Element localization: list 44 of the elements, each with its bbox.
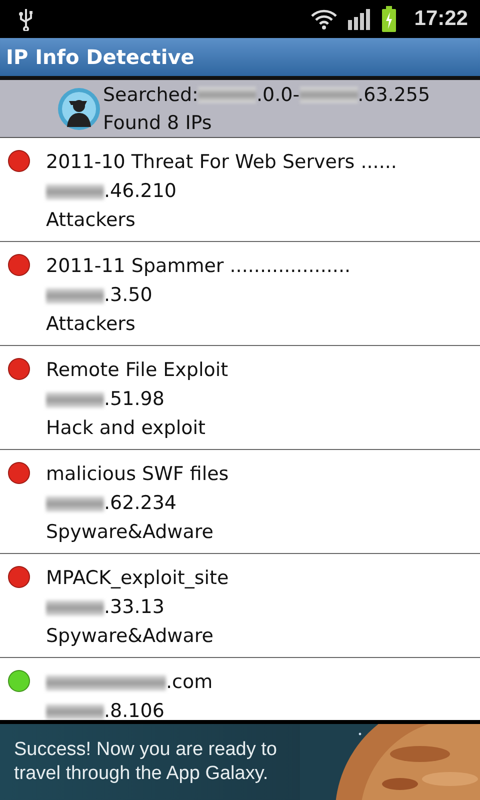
result-name: malicious SWF files — [46, 462, 229, 487]
result-category: Hack and exploit — [46, 416, 206, 441]
result-ip: .46.210 — [104, 179, 177, 204]
redaction-mark — [300, 86, 358, 102]
usb-icon — [18, 7, 34, 31]
result-ip: .8.106 — [104, 699, 164, 720]
wifi-icon — [310, 8, 338, 30]
range-end: .63.255 — [358, 82, 430, 108]
redaction-mark — [46, 600, 104, 616]
result-name: .com — [166, 670, 213, 695]
result-ip: .51.98 — [104, 387, 164, 412]
clock: 17:22 — [414, 7, 468, 31]
redaction-mark — [46, 496, 104, 512]
result-row[interactable]: .com .8.106 — [0, 658, 480, 720]
detective-avatar-icon — [57, 86, 101, 130]
app-title: IP Info Detective — [6, 45, 194, 69]
result-row[interactable]: 2011-10 Threat For Web Servers ...... .46.210 Attackers — [0, 138, 480, 242]
result-name: 2011-11 Spammer .................... — [46, 254, 351, 279]
result-category: Attackers — [46, 208, 136, 233]
ad-banner[interactable]: Success! Now you are ready to travel through the App Galaxy. — [0, 720, 480, 800]
result-ip: .62.234 — [104, 491, 177, 516]
result-category: Attackers — [46, 312, 136, 337]
result-row[interactable]: MPACK_exploit_site .33.13 Spyware&Adware — [0, 554, 480, 658]
found-count: Found 8 IPs — [103, 110, 212, 136]
range-start: .0.0- — [256, 82, 300, 108]
ad-text: Success! Now you are ready to travel through the App Galaxy. — [13, 738, 278, 786]
result-name: MPACK_exploit_site — [46, 566, 229, 591]
result-row[interactable]: 2011-11 Spammer .................... .3.50 Attackers — [0, 242, 480, 346]
result-row[interactable]: Remote File Exploit .51.98 Hack and exploit — [0, 346, 480, 450]
redaction-mark — [46, 704, 104, 720]
result-row[interactable]: malicious SWF files .62.234 Spyware&Adware — [0, 450, 480, 554]
searched-label: Searched: — [103, 82, 198, 108]
result-category: Spyware&Adware — [46, 520, 214, 545]
result-ip: .33.13 — [104, 595, 164, 620]
signal-icon — [348, 8, 372, 30]
redaction-mark — [198, 86, 256, 102]
redaction-mark — [46, 288, 104, 304]
result-category: Spyware&Adware — [46, 624, 214, 649]
result-ip: .3.50 — [104, 283, 152, 308]
battery-icon — [382, 6, 396, 32]
result-name: Remote File Exploit — [46, 358, 228, 383]
result-name: 2011-10 Threat For Web Servers ...... — [46, 150, 397, 175]
redaction-mark — [46, 184, 104, 200]
redaction-mark — [46, 392, 104, 408]
